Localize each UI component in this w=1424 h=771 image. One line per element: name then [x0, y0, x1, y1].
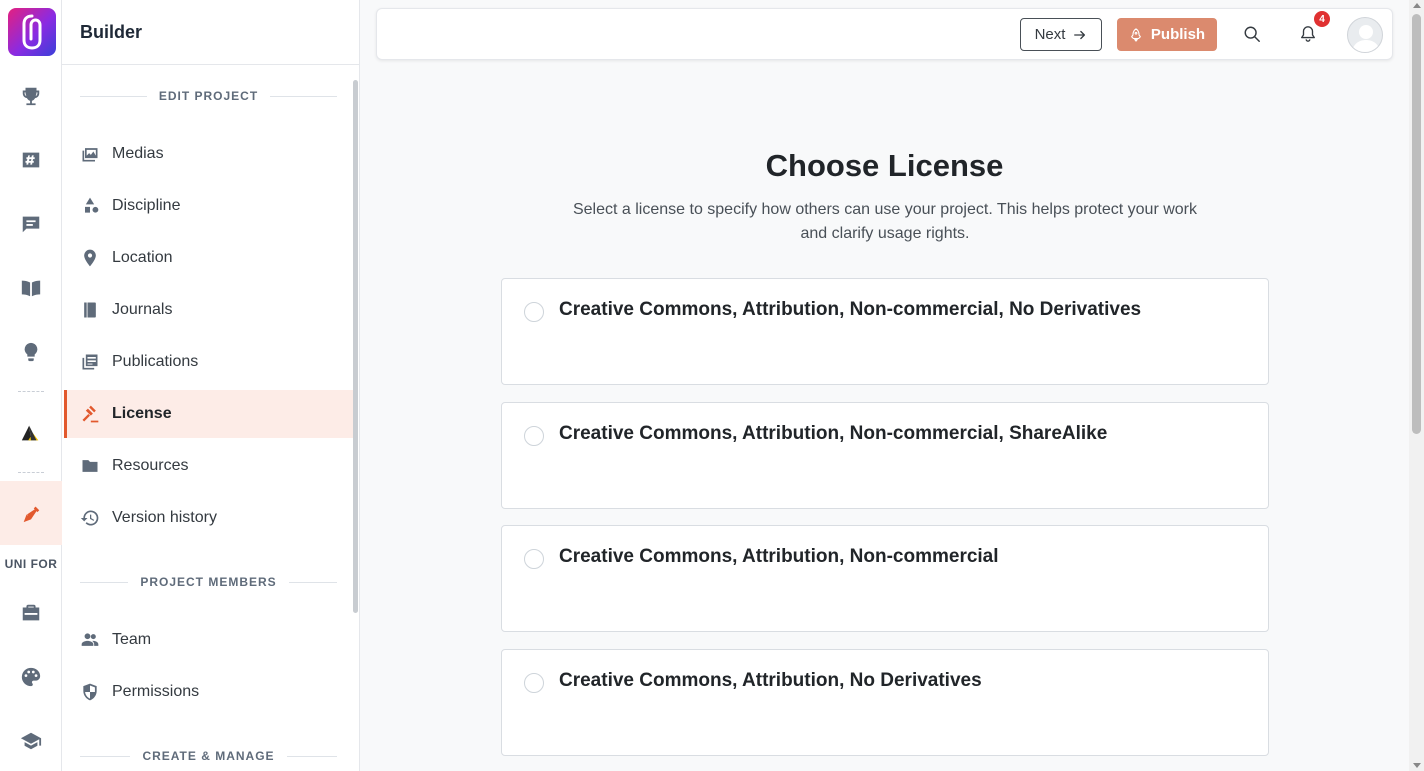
radio-button[interactable]: [524, 549, 544, 569]
license-name: Creative Commons, Attribution, Non-comme…: [559, 299, 1142, 320]
peaks-logo-icon[interactable]: [0, 401, 62, 465]
sidebar-item-publications[interactable]: Publications: [64, 338, 353, 386]
shield-icon: [83, 683, 97, 701]
rail-divider: [18, 391, 44, 392]
license-option[interactable]: Creative Commons, Attribution, Non-comme…: [501, 402, 1269, 509]
notification-badge: 4: [1314, 11, 1330, 27]
radio-button[interactable]: [524, 426, 544, 446]
icon-rail: UNI FOR: [0, 0, 62, 771]
topbar: Next Publish 4: [376, 8, 1393, 60]
scrollbar-thumb[interactable]: [1412, 14, 1421, 434]
section-heading-edit-project: EDIT PROJECT: [80, 89, 337, 103]
avatar[interactable]: [1347, 17, 1383, 53]
sidebar-item-version-history[interactable]: Version history: [64, 494, 353, 542]
section-heading-create-manage: CREATE & MANAGE: [80, 749, 337, 763]
builder-sidebar: Builder EDIT PROJECT Medias Discipline L…: [62, 0, 360, 771]
map-pin-icon: [84, 249, 96, 267]
section-heading-project-members: PROJECT MEMBERS: [80, 575, 337, 589]
gavel-icon: [82, 405, 99, 423]
hashtag-board-icon[interactable]: [0, 128, 62, 192]
page-scrollbar[interactable]: [1409, 0, 1424, 771]
divider: [62, 64, 359, 65]
license-option[interactable]: Creative Commons, Attribution, Non-comme…: [501, 525, 1269, 632]
sidebar-item-permissions[interactable]: Permissions: [64, 668, 353, 716]
app-logo-icon[interactable]: [8, 8, 56, 56]
publications-icon: [82, 354, 98, 370]
sidebar-item-license[interactable]: License: [64, 390, 353, 438]
graduation-cap-icon[interactable]: [0, 709, 62, 771]
license-option[interactable]: Creative Commons, Attribution, Non-comme…: [501, 278, 1269, 385]
page-title: Choose License: [765, 148, 1004, 183]
page-subtitle: Select a license to specify how others c…: [572, 201, 1197, 242]
sidebar-item-discipline[interactable]: Discipline: [64, 182, 353, 230]
license-name: Creative Commons, Attribution, Non-comme…: [559, 423, 1108, 444]
scroll-up-icon[interactable]: [1413, 3, 1421, 8]
trophy-icon[interactable]: [0, 64, 62, 128]
palette-icon[interactable]: [0, 645, 62, 709]
publish-button[interactable]: Publish: [1117, 18, 1217, 51]
sidebar-item-journals[interactable]: Journals: [64, 286, 353, 334]
sidebar-item-location[interactable]: Location: [64, 234, 353, 282]
rail-section-label: UNI FOR: [4, 557, 58, 571]
briefcase-icon[interactable]: [0, 581, 62, 645]
next-button[interactable]: Next: [1020, 18, 1102, 51]
history-icon: [80, 510, 99, 526]
arrow-right-icon: [1074, 30, 1086, 39]
sidebar-item-resources[interactable]: Resources: [64, 442, 353, 490]
rail-divider: [18, 472, 44, 473]
license-name: Creative Commons, Attribution, No Deriva…: [559, 670, 982, 691]
license-name: Creative Commons, Attribution, Non-comme…: [559, 546, 999, 567]
folder-icon: [82, 460, 98, 472]
images-icon: [82, 148, 98, 162]
sidebar-scrollbar[interactable]: [353, 80, 358, 613]
radio-button[interactable]: [524, 673, 544, 693]
license-option[interactable]: Creative Commons, Attribution, No Deriva…: [501, 649, 1269, 756]
journal-icon: [84, 302, 96, 318]
rocket-icon: [1131, 27, 1141, 42]
team-icon: [81, 633, 99, 646]
sidebar-item-medias[interactable]: Medias: [64, 130, 353, 178]
message-list-icon[interactable]: [0, 192, 62, 256]
user-silhouette-icon: [1352, 25, 1380, 52]
pen-nib-icon[interactable]: [0, 481, 62, 545]
open-book-icon[interactable]: [0, 256, 62, 320]
shapes-icon: [85, 197, 99, 213]
sidebar-item-team[interactable]: Team: [64, 616, 353, 664]
lightbulb-icon[interactable]: [0, 320, 62, 384]
bell-icon[interactable]: [1296, 22, 1320, 46]
sidebar-title: Builder: [80, 22, 143, 42]
scroll-down-icon[interactable]: [1413, 763, 1421, 768]
radio-button[interactable]: [524, 302, 544, 322]
search-icon[interactable]: [1240, 22, 1264, 46]
